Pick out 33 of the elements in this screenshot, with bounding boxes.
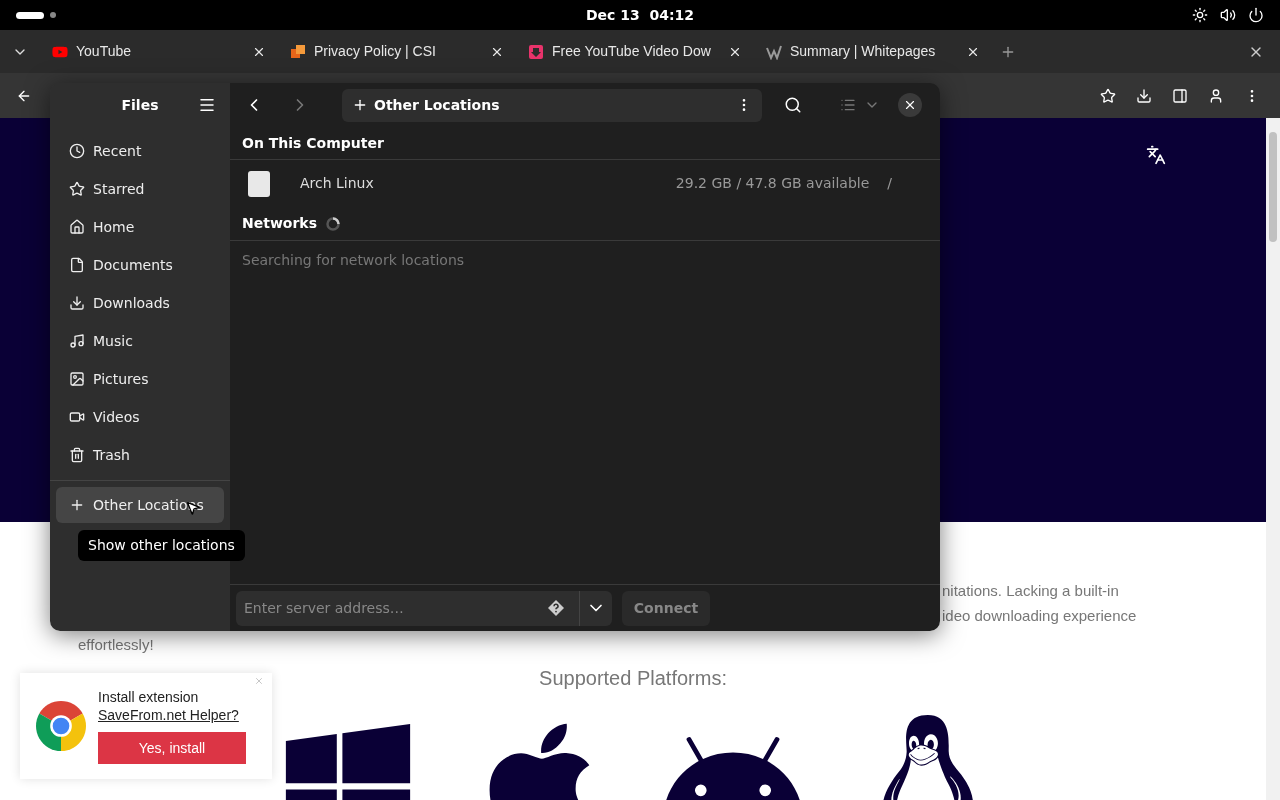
sidebar-item[interactable]: Pictures xyxy=(56,360,224,398)
sidebar-item[interactable]: Videos xyxy=(56,398,224,436)
sidebar-item[interactable]: Starred xyxy=(56,170,224,208)
path-bar[interactable]: Other Locations xyxy=(342,88,762,122)
page-text: nitations. Lacking a built-in xyxy=(942,581,1120,601)
sidebar-item[interactable]: Trash xyxy=(56,436,224,474)
sidebar-item[interactable]: Downloads xyxy=(56,284,224,322)
server-address-input[interactable]: Enter server address… xyxy=(236,597,547,619)
page-text: ideo downloading experience xyxy=(942,606,1138,626)
clock[interactable]: Dec 13 04:12 xyxy=(585,4,695,26)
section-heading: Supported Platforms: xyxy=(539,666,727,691)
sidebar-item[interactable]: Documents xyxy=(56,246,224,284)
drive-row[interactable]: Arch Linux 29.2 GB / 47.8 GB available / xyxy=(230,160,940,207)
browser-tab[interactable]: Privacy Policy | CSI xyxy=(278,33,516,70)
extension-link[interactable]: SaveFrom.net Helper? xyxy=(98,706,246,724)
status-text: Searching for network locations xyxy=(241,251,466,270)
sidebar-item[interactable]: Recent xyxy=(56,132,224,170)
server-address-field[interactable]: Enter server address… xyxy=(236,590,612,626)
sidebar-item[interactable]: Music xyxy=(56,322,224,360)
browser-tab[interactable]: Summary | Whitepages xyxy=(754,33,992,70)
window-title: Files xyxy=(121,95,159,115)
connect-button[interactable]: Connect xyxy=(622,590,710,626)
page-text: effortlessly! xyxy=(78,635,154,655)
prompt-text: Install extension xyxy=(98,688,200,706)
section-heading: Networks xyxy=(242,214,317,233)
tooltip: Show other locations xyxy=(78,530,245,561)
install-button[interactable]: Yes, install xyxy=(98,732,246,764)
browser-tab[interactable]: Free YouTube Video Dow xyxy=(516,33,754,70)
drive-space: 29.2 GB / 47.8 GB available xyxy=(675,174,870,193)
browser-tab[interactable]: YouTube xyxy=(40,33,278,70)
section-heading: On This Computer xyxy=(242,133,384,153)
sidebar-item[interactable]: Home xyxy=(56,208,224,246)
mount-point: / xyxy=(887,174,892,193)
